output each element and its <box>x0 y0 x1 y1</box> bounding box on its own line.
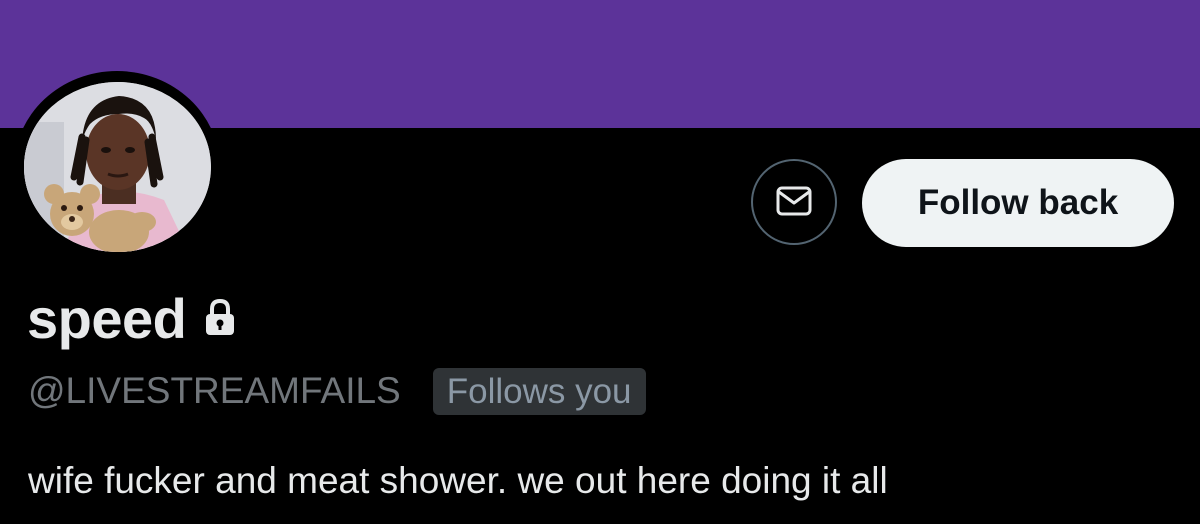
username-handle: @LIVESTREAMFAILS <box>28 370 401 411</box>
message-button[interactable] <box>751 159 837 245</box>
display-name: speed <box>27 286 187 350</box>
lock-icon <box>204 299 236 337</box>
display-name-row: speed <box>27 286 236 350</box>
profile-bio: wife fucker and meat shower. we out here… <box>28 460 888 501</box>
avatar-photo <box>24 82 211 252</box>
follow-back-button[interactable]: Follow back <box>862 159 1174 247</box>
follows-you-badge: Follows you <box>432 367 646 415</box>
handle-row: @LIVESTREAMFAILS Follows you <box>28 366 646 416</box>
envelope-icon <box>776 186 812 219</box>
avatar[interactable] <box>24 82 211 252</box>
